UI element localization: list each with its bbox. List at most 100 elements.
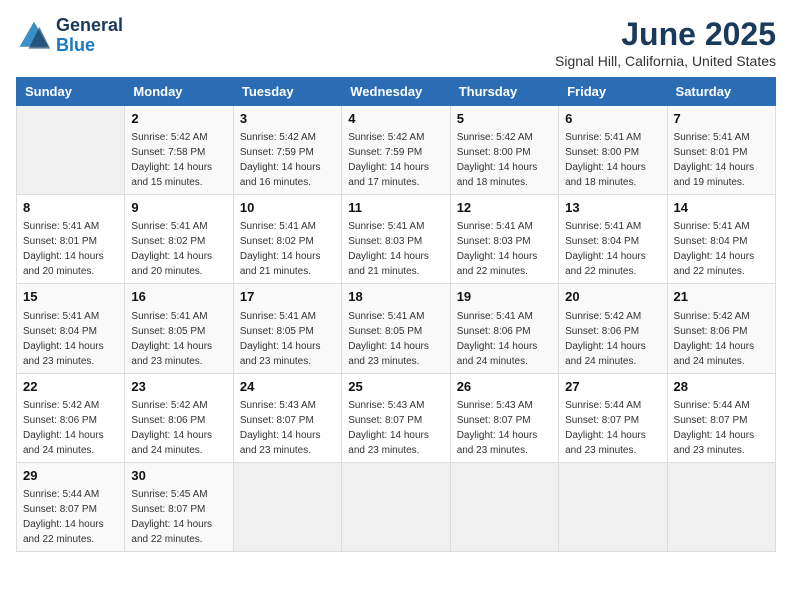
empty-cell <box>450 462 558 551</box>
calendar-table: Sunday Monday Tuesday Wednesday Thursday… <box>16 77 776 552</box>
day-info-24: Sunrise: 5:43 AMSunset: 8:07 PMDaylight:… <box>240 398 335 458</box>
day-info-15: Sunrise: 5:41 AMSunset: 8:04 PMDaylight:… <box>23 309 118 369</box>
day-info-3: Sunrise: 5:42 AMSunset: 7:59 PMDaylight:… <box>240 130 335 190</box>
empty-cell <box>233 462 341 551</box>
day-cell-11: 11 Sunrise: 5:41 AMSunset: 8:03 PMDayligh… <box>342 195 450 284</box>
day-cell-28: 28Sunrise: 5:44 AMSunset: 8:07 PMDayligh… <box>667 373 775 462</box>
day-number-19: 19 <box>457 288 552 306</box>
day-cell-22: 22 Sunrise: 5:42 AMSunset: 8:06 PMDayligh… <box>17 373 125 462</box>
day-info-6: Sunrise: 5:41 AMSunset: 8:00 PMDaylight:… <box>565 130 660 190</box>
calendar-row-1: 2Sunrise: 5:42 AMSunset: 7:58 PMDaylight… <box>17 106 776 195</box>
day-info-4: Sunrise: 5:42 AMSunset: 7:59 PMDaylight:… <box>348 130 443 190</box>
day-info-26: Sunrise: 5:43 AMSunset: 8:07 PMDaylight:… <box>457 398 552 458</box>
day-cell-17: 17 Sunrise: 5:41 AMSunset: 8:05 PMDayligh… <box>233 284 341 373</box>
location-title: Signal Hill, California, United States <box>555 53 776 69</box>
header-sunday: Sunday <box>17 78 125 106</box>
day-info-5: Sunrise: 5:42 AMSunset: 8:00 PMDaylight:… <box>457 130 552 190</box>
header-monday: Monday <box>125 78 233 106</box>
day-number-6: 6 <box>565 110 660 128</box>
day-cell-2: 2Sunrise: 5:42 AMSunset: 7:58 PMDaylight… <box>125 106 233 195</box>
day-number-23: 23 <box>131 378 226 396</box>
day-number-17: 17 <box>240 288 335 306</box>
day-number-16: 16 <box>131 288 226 306</box>
day-cell-24: 24 Sunrise: 5:43 AMSunset: 8:07 PMDayligh… <box>233 373 341 462</box>
day-info-8: Sunrise: 5:41 AMSunset: 8:01 PMDaylight:… <box>23 219 118 279</box>
day-cell-7: 7Sunrise: 5:41 AMSunset: 8:01 PMDaylight… <box>667 106 775 195</box>
day-number-8: 8 <box>23 199 118 217</box>
day-number-2: 2 <box>131 110 226 128</box>
day-cell-13: 13Sunrise: 5:41 AMSunset: 8:04 PMDayligh… <box>559 195 667 284</box>
day-cell-20: 20 Sunrise: 5:42 AMSunset: 8:06 PMDayligh… <box>559 284 667 373</box>
day-cell-21: 21 Sunrise: 5:42 AMSunset: 8:06 PMDayligh… <box>667 284 775 373</box>
day-cell-15: 15 Sunrise: 5:41 AMSunset: 8:04 PMDayligh… <box>17 284 125 373</box>
day-number-14: 14 <box>674 199 769 217</box>
empty-cell <box>342 462 450 551</box>
day-number-7: 7 <box>674 110 769 128</box>
day-info-22: Sunrise: 5:42 AMSunset: 8:06 PMDaylight:… <box>23 398 118 458</box>
day-number-11: 11 <box>348 199 443 217</box>
day-number-5: 5 <box>457 110 552 128</box>
day-number-9: 9 <box>131 199 226 217</box>
day-number-4: 4 <box>348 110 443 128</box>
day-cell-16: 16 Sunrise: 5:41 AMSunset: 8:05 PMDayligh… <box>125 284 233 373</box>
day-cell-9: 9Sunrise: 5:41 AMSunset: 8:02 PMDaylight… <box>125 195 233 284</box>
header-wednesday: Wednesday <box>342 78 450 106</box>
day-cell-3: 3 Sunrise: 5:42 AMSunset: 7:59 PMDaylight… <box>233 106 341 195</box>
day-number-30: 30 <box>131 467 226 485</box>
day-cell-30: 30 Sunrise: 5:45 AMSunset: 8:07 PMDayligh… <box>125 462 233 551</box>
day-cell-26: 26 Sunrise: 5:43 AMSunset: 8:07 PMDayligh… <box>450 373 558 462</box>
empty-cell <box>667 462 775 551</box>
day-number-20: 20 <box>565 288 660 306</box>
day-cell-18: 18Sunrise: 5:41 AMSunset: 8:05 PMDayligh… <box>342 284 450 373</box>
day-cell-4: 4 Sunrise: 5:42 AMSunset: 7:59 PMDaylight… <box>342 106 450 195</box>
header-friday: Friday <box>559 78 667 106</box>
day-cell-10: 10 Sunrise: 5:41 AMSunset: 8:02 PMDayligh… <box>233 195 341 284</box>
day-cell-27: 27 Sunrise: 5:44 AMSunset: 8:07 PMDayligh… <box>559 373 667 462</box>
day-info-16: Sunrise: 5:41 AMSunset: 8:05 PMDaylight:… <box>131 309 226 369</box>
day-info-14: Sunrise: 5:41 AMSunset: 8:04 PMDaylight:… <box>674 219 769 279</box>
day-number-15: 15 <box>23 288 118 306</box>
calendar-row-3: 15 Sunrise: 5:41 AMSunset: 8:04 PMDayligh… <box>17 284 776 373</box>
day-info-20: Sunrise: 5:42 AMSunset: 8:06 PMDaylight:… <box>565 309 660 369</box>
header-saturday: Saturday <box>667 78 775 106</box>
day-cell-19: 19 Sunrise: 5:41 AMSunset: 8:06 PMDayligh… <box>450 284 558 373</box>
day-number-22: 22 <box>23 378 118 396</box>
day-info-13: Sunrise: 5:41 AMSunset: 8:04 PMDaylight:… <box>565 219 660 279</box>
weekday-header-row: Sunday Monday Tuesday Wednesday Thursday… <box>17 78 776 106</box>
day-number-3: 3 <box>240 110 335 128</box>
day-number-29: 29 <box>23 467 118 485</box>
calendar-row-2: 8 Sunrise: 5:41 AMSunset: 8:01 PMDaylight… <box>17 195 776 284</box>
header-thursday: Thursday <box>450 78 558 106</box>
day-cell-12: 12Sunrise: 5:41 AMSunset: 8:03 PMDayligh… <box>450 195 558 284</box>
day-info-12: Sunrise: 5:41 AMSunset: 8:03 PMDaylight:… <box>457 219 552 279</box>
day-info-29: Sunrise: 5:44 AMSunset: 8:07 PMDaylight:… <box>23 487 118 547</box>
logo-general: General <box>56 16 123 36</box>
day-info-30: Sunrise: 5:45 AMSunset: 8:07 PMDaylight:… <box>131 487 226 547</box>
day-info-11: Sunrise: 5:41 AMSunset: 8:03 PMDaylight:… <box>348 219 443 279</box>
day-cell-8: 8 Sunrise: 5:41 AMSunset: 8:01 PMDaylight… <box>17 195 125 284</box>
day-cell-23: 23 Sunrise: 5:42 AMSunset: 8:06 PMDayligh… <box>125 373 233 462</box>
day-info-18: Sunrise: 5:41 AMSunset: 8:05 PMDaylight:… <box>348 309 443 369</box>
day-number-27: 27 <box>565 378 660 396</box>
day-cell-5: 5 Sunrise: 5:42 AMSunset: 8:00 PMDaylight… <box>450 106 558 195</box>
day-number-26: 26 <box>457 378 552 396</box>
empty-cell <box>17 106 125 195</box>
day-cell-25: 25Sunrise: 5:43 AMSunset: 8:07 PMDayligh… <box>342 373 450 462</box>
logo: General Blue <box>16 16 123 56</box>
header-tuesday: Tuesday <box>233 78 341 106</box>
logo-icon <box>16 18 52 54</box>
day-number-24: 24 <box>240 378 335 396</box>
day-info-23: Sunrise: 5:42 AMSunset: 8:06 PMDaylight:… <box>131 398 226 458</box>
day-info-28: Sunrise: 5:44 AMSunset: 8:07 PMDaylight:… <box>674 398 769 458</box>
day-cell-29: 29 Sunrise: 5:44 AMSunset: 8:07 PMDayligh… <box>17 462 125 551</box>
day-info-27: Sunrise: 5:44 AMSunset: 8:07 PMDaylight:… <box>565 398 660 458</box>
calendar-row-5: 29 Sunrise: 5:44 AMSunset: 8:07 PMDayligh… <box>17 462 776 551</box>
day-cell-14: 14 Sunrise: 5:41 AMSunset: 8:04 PMDayligh… <box>667 195 775 284</box>
day-number-10: 10 <box>240 199 335 217</box>
day-info-19: Sunrise: 5:41 AMSunset: 8:06 PMDaylight:… <box>457 309 552 369</box>
day-info-21: Sunrise: 5:42 AMSunset: 8:06 PMDaylight:… <box>674 309 769 369</box>
day-info-10: Sunrise: 5:41 AMSunset: 8:02 PMDaylight:… <box>240 219 335 279</box>
logo-blue: Blue <box>56 36 123 56</box>
day-info-17: Sunrise: 5:41 AMSunset: 8:05 PMDaylight:… <box>240 309 335 369</box>
day-number-21: 21 <box>674 288 769 306</box>
